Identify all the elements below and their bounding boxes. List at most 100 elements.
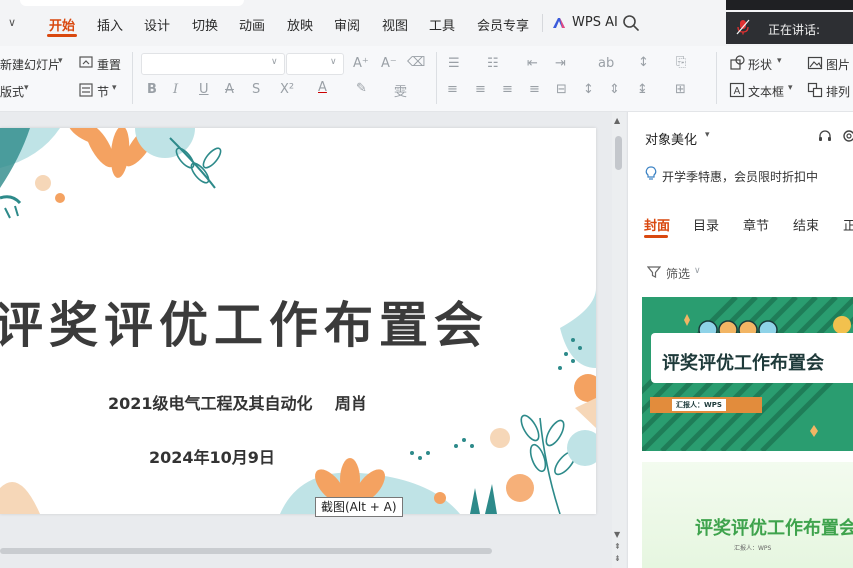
section-button[interactable]: 节	[97, 83, 109, 100]
top-card	[20, 0, 244, 6]
picture-button[interactable]: 图片	[826, 56, 850, 73]
decrease-indent-icon[interactable]: ⇤	[527, 56, 538, 71]
wps-ai-icon[interactable]	[551, 15, 567, 31]
filter-icon[interactable]	[647, 265, 661, 279]
panel-tab-ending[interactable]: 结束	[793, 215, 819, 234]
underline-icon[interactable]: U	[199, 82, 209, 97]
chevron-down-icon[interactable]: ▾	[58, 56, 63, 66]
distribute-icon[interactable]: ⊟	[556, 82, 567, 97]
vertical-scrollbar[interactable]	[612, 112, 626, 568]
active-tab-indicator	[47, 34, 77, 37]
gear-icon[interactable]	[841, 128, 853, 144]
arrange-icon[interactable]	[807, 82, 823, 98]
columns-icon[interactable]: ⊞	[675, 82, 686, 97]
tab-view[interactable]: 视图	[382, 15, 408, 34]
chevron-down-icon[interactable]: ∨	[694, 266, 701, 276]
shadow-text-icon[interactable]: S	[252, 82, 260, 97]
panel-tab-cover[interactable]: 封面	[644, 215, 670, 234]
wps-ai-button[interactable]: WPS AI	[572, 15, 618, 30]
tab-member[interactable]: 会员专享	[477, 15, 529, 34]
highlight-icon[interactable]: ✎	[356, 81, 367, 96]
section-icon[interactable]	[78, 82, 94, 98]
screenshot-tooltip: 截图(Alt + A)	[315, 497, 403, 517]
tab-slideshow[interactable]: 放映	[287, 15, 313, 34]
prev-slide-icon[interactable]: ⇞	[614, 542, 621, 551]
picture-icon[interactable]	[807, 55, 823, 71]
template-thumbnail[interactable]: 评奖评优工作布置会 汇报人：WPS	[642, 297, 853, 451]
paragraph-spacing-icon[interactable]: ⇕	[609, 82, 620, 97]
chevron-down-icon[interactable]: ∨	[330, 57, 337, 67]
lightbulb-icon	[645, 166, 657, 180]
textbox-button[interactable]: 文本框	[748, 83, 784, 100]
next-slide-icon[interactable]: ⇟	[614, 554, 621, 563]
font-color-icon[interactable]: A	[318, 80, 327, 95]
chevron-down-icon[interactable]: ▾	[705, 130, 710, 140]
tab-tools[interactable]: 工具	[429, 15, 455, 34]
layout-button[interactable]: 版式	[0, 83, 24, 100]
speaker-label: 正在讲话:	[768, 23, 821, 37]
slide-date[interactable]: 2024年10月9日	[149, 444, 275, 468]
tab-design[interactable]: 设计	[144, 15, 170, 34]
panel-title[interactable]: 对象美化	[645, 129, 697, 148]
chevron-down-icon[interactable]: ∨	[8, 16, 16, 29]
tab-animation[interactable]: 动画	[239, 15, 265, 34]
chevron-down-icon[interactable]: ▾	[777, 56, 782, 66]
chevron-down-icon[interactable]: ▾	[24, 83, 29, 93]
ribbon-separator	[436, 52, 437, 104]
chevron-down-icon[interactable]: ▾	[788, 83, 793, 93]
font-grow-icon[interactable]: A⁺	[353, 56, 369, 71]
text-direction-icon[interactable]: ab	[598, 56, 614, 71]
tab-home[interactable]: 开始	[49, 15, 75, 34]
tab-insert[interactable]: 插入	[97, 15, 123, 34]
convert-icon[interactable]: ⎘	[676, 55, 686, 70]
mic-muted-icon[interactable]	[736, 19, 750, 35]
slide-title[interactable]: 评奖评优工作布置会	[0, 286, 489, 357]
promo-banner[interactable]: 开学季特惠，会员限时折扣中	[662, 168, 818, 185]
slide-subtitle[interactable]: 2021级电气工程及其自动化 周肖	[108, 390, 367, 414]
panel-tab-chapter[interactable]: 章节	[743, 215, 769, 234]
tab-review[interactable]: 审阅	[334, 15, 360, 34]
shape-button[interactable]: 形状	[748, 56, 772, 73]
ribbon-separator	[132, 52, 133, 104]
para-options-icon[interactable]: ↨	[637, 82, 648, 97]
sort-icon[interactable]: ↕	[638, 55, 649, 70]
scroll-up-arrow[interactable]: ▲	[614, 116, 620, 125]
slide-canvas[interactable]: 评奖评优工作布置会 2021级电气工程及其自动化 周肖 2024年10月9日	[0, 128, 596, 514]
align-center-icon[interactable]: ≡	[475, 82, 486, 97]
search-icon[interactable]	[622, 14, 640, 32]
panel-tab-toc[interactable]: 目录	[693, 215, 719, 234]
font-shrink-icon[interactable]: A⁻	[381, 56, 397, 71]
shape-icon[interactable]	[729, 55, 745, 71]
increase-indent-icon[interactable]: ⇥	[555, 56, 566, 71]
justify-icon[interactable]: ≡	[529, 82, 540, 97]
clear-format-icon[interactable]: ⌫	[407, 55, 425, 70]
chevron-down-icon[interactable]: ▾	[112, 83, 117, 93]
strikethrough-icon[interactable]: A	[225, 82, 234, 97]
bold-icon[interactable]: B	[147, 82, 157, 97]
horizontal-scrollbar[interactable]	[0, 548, 492, 554]
template-thumbnail[interactable]: 评奖评优工作布置会 汇报人：WPS	[642, 462, 853, 568]
template-author: 汇报人：WPS	[672, 399, 726, 411]
panel-tab-body[interactable]: 正	[843, 215, 853, 234]
template-author: 汇报人：WPS	[734, 545, 772, 552]
numbered-list-icon[interactable]: ☷	[487, 56, 499, 71]
reset-button[interactable]: 重置	[97, 56, 121, 73]
scrollbar-thumb[interactable]	[615, 136, 622, 170]
arrange-button[interactable]: 排列	[826, 83, 850, 100]
new-slide-button[interactable]: 新建幻灯片	[0, 56, 60, 73]
align-left-icon[interactable]: ≡	[447, 82, 458, 97]
chevron-down-icon[interactable]: ∨	[271, 57, 278, 67]
tab-transition[interactable]: 切换	[192, 15, 218, 34]
reset-icon[interactable]	[78, 55, 94, 71]
headset-icon[interactable]	[817, 128, 833, 144]
superscript-icon[interactable]: X²	[280, 82, 294, 97]
bullet-list-icon[interactable]: ☰	[448, 56, 460, 71]
scroll-down-arrow[interactable]: ▼	[614, 530, 620, 539]
italic-icon[interactable]: I	[173, 82, 178, 97]
phonetic-icon[interactable]: 雯	[394, 81, 407, 100]
filter-button[interactable]: 筛选	[666, 265, 690, 282]
font-family-select[interactable]	[141, 53, 285, 75]
align-right-icon[interactable]: ≡	[502, 82, 513, 97]
textbox-icon[interactable]: A	[729, 82, 745, 98]
line-spacing-icon[interactable]: ↕	[583, 82, 594, 97]
